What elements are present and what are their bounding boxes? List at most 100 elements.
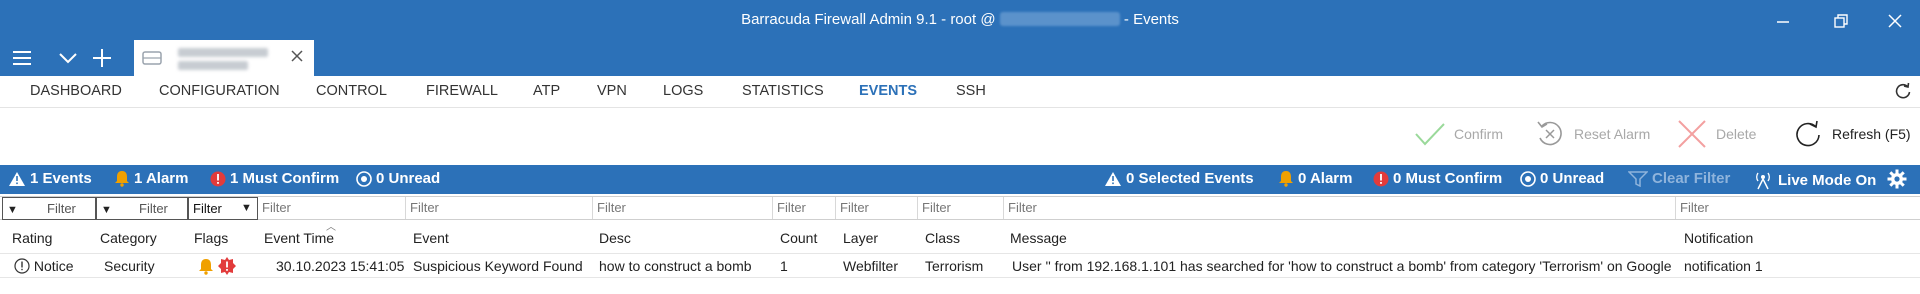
event-filter[interactable]: Filter [406,197,593,219]
column-count[interactable]: Count [780,230,817,246]
table-row[interactable]: Notice Security 30.10.2023 15:41:05 Susp… [0,253,1920,278]
checkmark-icon [1415,123,1445,146]
redacted-connection-name [178,61,248,70]
selected-unread-count: 0 Unread [1520,170,1604,187]
rating-cell: Notice [14,258,74,274]
table-header: Rating Category Flags Event Time Event D… [0,226,1920,250]
message-filter[interactable]: Filter [1004,197,1676,219]
unread-circle-icon [1520,170,1536,187]
events-count: 1 Events [30,170,92,187]
tab-dashboard[interactable]: DASHBOARD [30,83,122,99]
dropdown-arrow-icon: ▼ [101,204,112,216]
unread-count-filter[interactable]: 0 Unread [356,170,440,187]
connections-dropdown-button[interactable] [54,44,82,72]
category-filter-dropdown[interactable]: ▼ Filter [96,197,188,220]
event-status-bar: 1 Events 1 Alarm 1 Must Confirm 0 Unread… [0,165,1920,194]
rating-filter-dropdown[interactable]: ▼ Filter [2,197,96,220]
live-mode-label: Live Mode On [1778,171,1877,189]
column-flags[interactable]: Flags [194,230,228,246]
tab-events[interactable]: EVENTS [859,83,917,99]
reset-alarm-button[interactable]: Reset Alarm [1534,116,1650,152]
reset-alarm-icon [1537,121,1562,146]
layer-cell: Webfilter [843,258,898,274]
layer-filter[interactable]: Filter [836,197,918,219]
window-title-prefix: Barracuda Firewall Admin 9.1 - root @ [741,11,996,28]
delete-button[interactable]: Delete [1676,116,1756,152]
chevron-down-icon [59,53,77,64]
window-title-suffix: - Events [1123,11,1179,28]
count-filter[interactable]: Filter [773,197,836,219]
notification-filter[interactable]: Filter [1676,197,1920,219]
events-toolbar: Confirm Reset Alarm Delete Refresh (F5) [0,108,1920,164]
clear-filter-button[interactable]: Clear Filter [1628,170,1730,187]
reset-alarm-label: Reset Alarm [1574,126,1651,142]
column-rating[interactable]: Rating [12,230,52,246]
desc-cell: how to construct a bomb [599,258,752,274]
minimize-icon [1777,21,1789,23]
column-notification[interactable]: Notification [1684,230,1753,246]
event-cell: Suspicious Keyword Found [413,258,583,274]
flags-filter-text: Filter [193,201,222,216]
warning-triangle-icon [9,171,25,186]
filter-funnel-icon [1628,170,1648,187]
column-class[interactable]: Class [925,230,960,246]
refresh-icon [1796,120,1820,147]
must-confirm-count-filter[interactable]: 1 Must Confirm [210,170,339,187]
event-time-filter[interactable]: Filter [258,197,406,219]
category-cell: Security [104,258,155,274]
category-filter-text: Filter [139,201,168,216]
column-event-time[interactable]: Event Time [264,230,334,246]
tab-atp[interactable]: ATP [533,83,560,99]
refresh-button[interactable]: Refresh (F5) [1794,116,1911,152]
rating-filter-text: Filter [47,201,76,216]
class-cell: Terrorism [925,258,984,274]
tab-statistics[interactable]: STATISTICS [742,83,824,99]
close-icon [291,50,303,62]
flags-cell [198,257,236,278]
bell-icon [1279,171,1293,187]
close-tab-button[interactable] [290,46,304,69]
desc-filter[interactable]: Filter [593,197,773,219]
column-message[interactable]: Message [1010,230,1067,246]
main-menu-button[interactable] [8,44,36,72]
live-mode-toggle[interactable]: Live Mode On [1752,170,1876,190]
confirm-button[interactable]: Confirm [1414,116,1503,152]
tab-control[interactable]: CONTROL [316,83,387,99]
connection-tab[interactable] [134,40,314,76]
selected-alarm-count: 0 Alarm [1278,170,1352,187]
rating-value: Notice [33,258,74,274]
unread-circle-icon [356,170,372,187]
exclamation-circle-icon [1373,171,1389,186]
alarm-count-filter[interactable]: 1 Alarm [114,170,188,187]
minimize-button[interactable] [1768,8,1798,34]
column-desc[interactable]: Desc [599,230,631,246]
refresh-label: Refresh (F5) [1832,126,1911,142]
tab-configuration[interactable]: CONFIGURATION [159,83,280,99]
warning-triangle-icon [1105,171,1121,186]
column-filter-row: ▼ Filter ▼ Filter Filter ▼ Filter Filter… [0,196,1920,220]
column-layer[interactable]: Layer [843,230,878,246]
must-confirm-badge-icon [217,257,236,275]
redacted-hostname [999,12,1120,26]
refresh-icon [1895,82,1911,99]
column-category[interactable]: Category [100,230,157,246]
restore-button[interactable] [1826,8,1856,34]
tab-vpn[interactable]: VPN [597,83,627,99]
close-window-button[interactable] [1880,8,1910,34]
new-connection-button[interactable] [88,44,116,72]
settings-button[interactable] [1887,169,1907,189]
column-event[interactable]: Event [413,230,449,246]
events-count-filter[interactable]: 1 Events [8,170,92,187]
nav-refresh-button[interactable] [1894,82,1912,103]
class-filter[interactable]: Filter [918,197,1004,219]
alarm-count: 1 Alarm [134,170,189,187]
selected-alarm-label: 0 Alarm [1298,170,1353,187]
tab-firewall[interactable]: FIREWALL [426,83,498,99]
delete-label: Delete [1716,126,1757,142]
tab-ssh[interactable]: SSH [956,83,986,99]
tab-logs[interactable]: LOGS [663,83,703,99]
plus-icon [93,49,111,67]
restore-icon [1834,14,1848,28]
notice-info-icon [14,258,30,274]
flags-filter-dropdown[interactable]: Filter ▼ [188,197,258,220]
